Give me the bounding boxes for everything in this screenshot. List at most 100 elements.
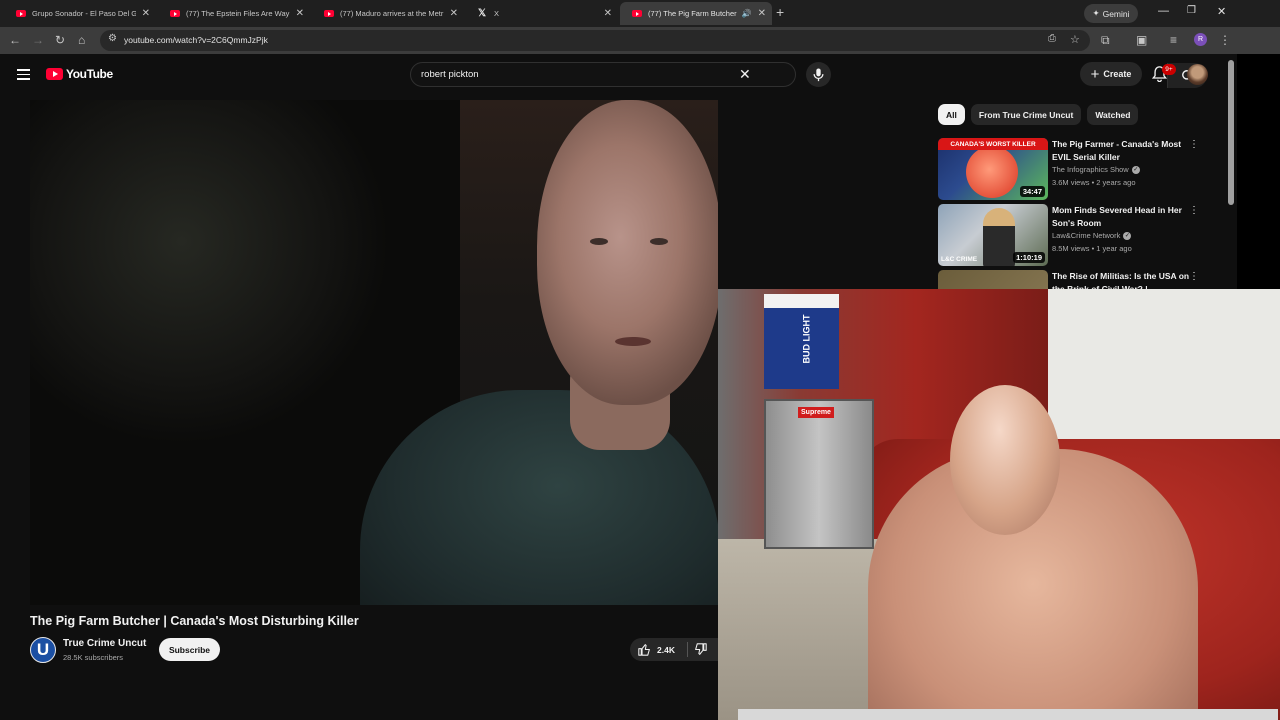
channel-name[interactable]: True Crime Uncut [63, 638, 146, 649]
browser-tab-3[interactable]: (77) Maduro arrives at the Metr ✕ [312, 2, 464, 25]
like-count: 2.4K [657, 644, 675, 655]
browser-tab-5[interactable]: (77) The Pig Farm Butcher | 🔊 ✕ [620, 2, 772, 25]
recommended-video[interactable]: L&C CRIME 1:10:19 Mom Finds Severed Head… [938, 204, 1208, 266]
youtube-play-icon [46, 68, 63, 80]
logo-text: YouTube [66, 67, 113, 81]
more-options-icon[interactable]: ⋮ [1189, 138, 1199, 151]
fridge-sticker: Supreme [798, 407, 834, 418]
youtube-icon [170, 10, 180, 17]
voice-search-button[interactable] [806, 62, 831, 87]
back-icon[interactable]: ← [9, 33, 21, 47]
minimize-icon[interactable]: — [1158, 5, 1169, 17]
site-info-icon[interactable]: ⚙ [108, 33, 117, 44]
subscribe-button[interactable]: Subscribe [159, 638, 220, 661]
filter-chips: All From True Crime Uncut Watched [938, 104, 1139, 125]
duration-badge: 1:10:19 [1013, 252, 1045, 263]
browser-tab-strip: Grupo Sonador - El Paso Del Gi ✕ (77) Th… [0, 0, 1280, 27]
kebab-menu-icon[interactable]: ⋮ [1219, 33, 1231, 47]
channel-line: Law&Crime Network ✓ [1052, 231, 1132, 240]
new-tab-button[interactable]: + [776, 4, 784, 20]
close-icon[interactable]: ✕ [604, 8, 612, 19]
x-icon: 𝕏 [478, 8, 487, 19]
gemini-button[interactable]: ✦ Gemini [1084, 4, 1138, 23]
reload-icon[interactable]: ↻ [55, 33, 65, 47]
video-title: The Pig Farm Butcher | Canada's Most Dis… [30, 614, 359, 628]
extensions-icon[interactable]: ⧉ [1101, 33, 1110, 48]
sparkle-icon: ✦ [1092, 8, 1100, 18]
video-subject-eye [650, 238, 668, 245]
channel-name[interactable]: Law&Crime Network [1052, 231, 1120, 240]
reading-list-icon[interactable]: ≡ [1170, 33, 1177, 47]
address-bar[interactable]: ⚙ youtube.com/watch?v=2C6QmmJzPjk ⎙ ☆ [100, 30, 1090, 51]
tab-title: (77) The Pig Farm Butcher | [648, 9, 738, 18]
video-meta: 8.5M views • 1 year ago [1052, 244, 1132, 253]
chip-from-channel[interactable]: From True Crime Uncut [970, 104, 1082, 125]
browser-tab-1[interactable]: Grupo Sonador - El Paso Del Gi ✕ [4, 2, 156, 25]
video-subject-eye [590, 238, 608, 245]
tab-title: (77) Maduro arrives at the Metr [340, 9, 444, 18]
install-app-icon[interactable]: ⎙ [1048, 33, 1056, 44]
video-title[interactable]: Mom Finds Severed Head in Her Son's Room [1052, 204, 1190, 230]
close-icon[interactable]: ✕ [296, 8, 304, 19]
verified-check-icon: ✓ [1131, 165, 1140, 174]
box-label: BUD LIGHT [801, 314, 812, 364]
like-dislike-group: 2.4K [630, 638, 718, 661]
home-icon[interactable]: ⌂ [78, 33, 85, 47]
chip-all[interactable]: All [938, 104, 965, 125]
browser-tab-4[interactable]: 𝕏 X ✕ [466, 2, 618, 25]
subscriber-count: 28.5K subscribers [63, 653, 124, 662]
create-button[interactable]: + Create [1080, 62, 1142, 86]
search-input[interactable]: robert pickton [421, 69, 479, 80]
close-icon[interactable]: ✕ [758, 8, 766, 19]
side-panel-icon[interactable]: ▣ [1136, 33, 1147, 47]
verified-check-icon: ✓ [1123, 231, 1132, 240]
youtube-logo[interactable]: YouTube [46, 67, 113, 81]
browser-tab-2[interactable]: (77) The Epstein Files Are Way ✕ [158, 2, 310, 25]
close-icon[interactable]: ✕ [450, 8, 458, 19]
channel-name[interactable]: The Infographics Show [1052, 165, 1129, 174]
url-text: youtube.com/watch?v=2C6QmmJzPjk [124, 35, 268, 45]
clear-search-icon[interactable]: ✕ [739, 66, 751, 83]
profile-avatar[interactable]: R [1194, 33, 1207, 46]
menu-icon[interactable] [17, 69, 30, 83]
chip-watched[interactable]: Watched [1087, 104, 1139, 125]
video-thumbnail[interactable]: L&C CRIME 1:10:19 [938, 204, 1048, 266]
tab-title: X [494, 9, 500, 18]
close-icon[interactable]: ✕ [142, 8, 150, 19]
window-close-icon[interactable]: ✕ [1217, 5, 1226, 18]
forward-icon[interactable]: → [32, 33, 44, 47]
video-subject-mouth [615, 337, 651, 346]
divider [686, 642, 688, 657]
account-avatar[interactable] [1187, 64, 1208, 85]
youtube-icon [324, 10, 334, 17]
video-title[interactable]: The Pig Farmer - Canada's Most EVIL Seri… [1052, 138, 1190, 164]
recommended-video[interactable]: CANADA'S WORST KILLER 34:47 The Pig Farm… [938, 138, 1208, 200]
streamer-head [950, 385, 1060, 535]
more-options-icon[interactable]: ⋮ [1189, 270, 1199, 283]
mini-fridge: Supreme [764, 399, 874, 549]
thumbnail-tag: L&C CRIME [941, 256, 978, 263]
thumbs-down-icon[interactable] [694, 643, 707, 656]
channel-avatar[interactable]: U [30, 637, 56, 663]
webcam-overlay: BUD LIGHT Supreme [718, 289, 1280, 720]
channel-line: The Infographics Show ✓ [1052, 165, 1140, 174]
restore-icon[interactable]: ❐ [1187, 5, 1196, 16]
tab-title: (77) The Epstein Files Are Way [186, 9, 290, 18]
video-meta: 3.6M views • 2 years ago [1052, 178, 1136, 187]
thumbs-up-icon[interactable] [638, 643, 651, 656]
cartoon-face-graphic [966, 146, 1018, 198]
thumbnail-banner: CANADA'S WORST KILLER [938, 138, 1048, 150]
more-options-icon[interactable]: ⋮ [1189, 204, 1199, 217]
microphone-icon [813, 67, 824, 81]
search-box: robert pickton ✕ [410, 62, 1207, 88]
speaker-icon[interactable]: 🔊 [742, 9, 752, 18]
person-graphic [983, 208, 1015, 266]
plus-icon: + [1090, 65, 1100, 83]
video-thumbnail[interactable]: CANADA'S WORST KILLER 34:47 [938, 138, 1048, 200]
beer-box: BUD LIGHT [764, 294, 839, 389]
video-player[interactable] [30, 100, 718, 605]
bookmark-star-icon[interactable]: ☆ [1070, 33, 1080, 46]
youtube-icon [16, 10, 26, 17]
notification-badge: 9+ [1162, 64, 1176, 75]
page-scrollbar[interactable] [1228, 60, 1234, 205]
